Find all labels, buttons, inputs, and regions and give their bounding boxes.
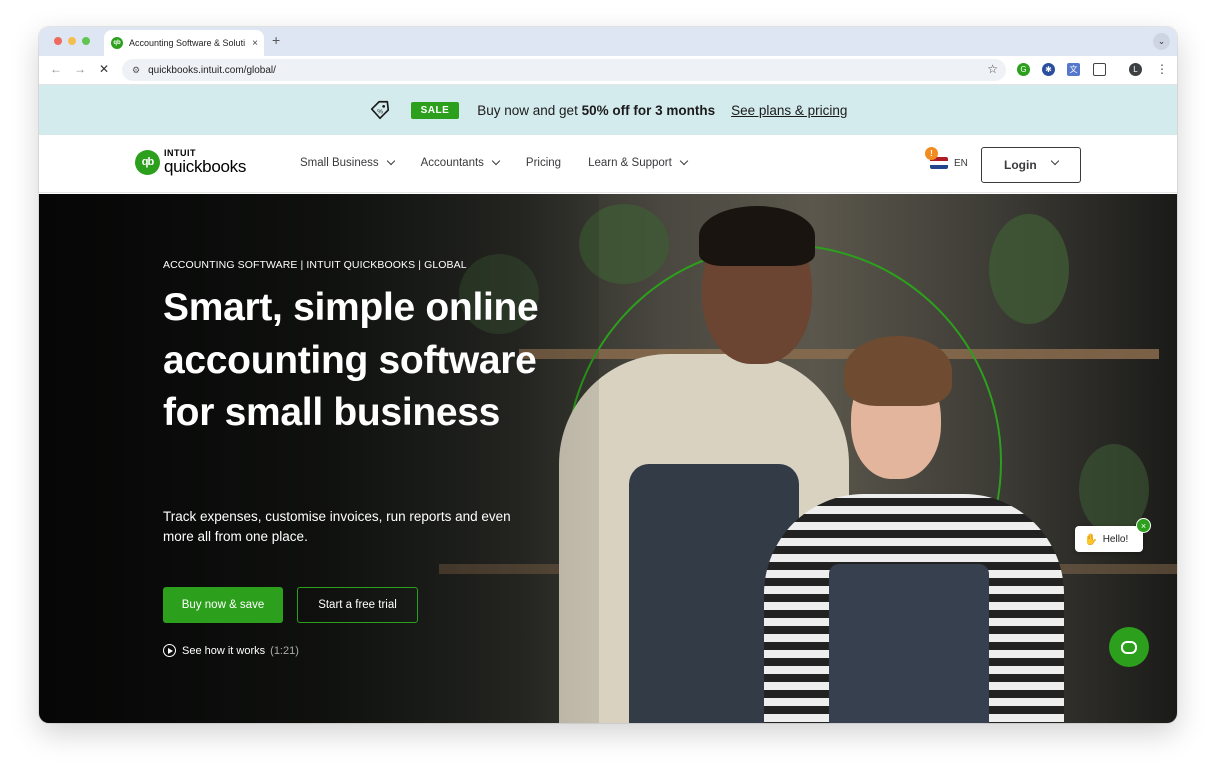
main-nav: Small Business Accountants Pricing Learn…	[300, 156, 689, 169]
tab-title: Accounting Software & Soluti	[129, 38, 246, 48]
tab-strip: qb Accounting Software & Soluti × + ⌄	[39, 27, 1177, 56]
quickbooks-logo[interactable]: qb INTUIT quickbooks	[135, 149, 246, 175]
free-trial-button[interactable]: Start a free trial	[297, 587, 418, 623]
plans-pricing-link[interactable]: See plans & pricing	[731, 103, 847, 118]
language-code: EN	[954, 157, 968, 169]
chat-button[interactable]	[1109, 627, 1149, 667]
address-bar[interactable]: ⚙ quickbooks.intuit.com/global/ ☆	[122, 59, 1006, 81]
logo-wordmark: INTUIT quickbooks	[164, 149, 247, 176]
login-button[interactable]: Login	[981, 147, 1081, 183]
tab-close-icon[interactable]: ×	[252, 38, 258, 49]
nav-pricing[interactable]: Pricing	[526, 157, 561, 169]
stop-icon[interactable]: ✕	[99, 62, 109, 76]
back-icon[interactable]: ←	[50, 62, 62, 76]
chevron-down-icon	[386, 156, 395, 166]
see-how-it-works-link[interactable]: See how it works (1:21)	[163, 644, 299, 657]
nav-label: Pricing	[525, 157, 562, 169]
logo-product: quickbooks	[164, 157, 247, 176]
person-man-hair	[699, 206, 815, 266]
grammarly-extension-icon[interactable]: G	[1017, 63, 1030, 76]
chat-greeting-text: Hello!	[1102, 533, 1129, 545]
plant	[989, 214, 1069, 324]
translate-extension-icon[interactable]: 文	[1067, 63, 1080, 76]
price-tag-icon: %	[370, 100, 389, 120]
waving-hand-icon: ✋	[1084, 533, 1098, 546]
close-icon[interactable]: ×	[1136, 518, 1151, 533]
browser-tab[interactable]: qb Accounting Software & Soluti ×	[104, 30, 264, 56]
chevron-down-icon	[679, 156, 689, 166]
nav-label: Small Business	[300, 157, 379, 169]
site-info-icon[interactable]: ⚙	[132, 65, 140, 76]
maximize-window-button[interactable]	[82, 37, 90, 45]
notification-badge: !	[925, 147, 938, 160]
tab-search-button[interactable]: ⌄	[1153, 33, 1170, 50]
hero-overlay	[39, 194, 599, 723]
hero-eyebrow: ACCOUNTING SOFTWARE | INTUIT QUICKBOOKS …	[163, 259, 467, 271]
url-text: quickbooks.intuit.com/global/	[148, 64, 276, 76]
quickbooks-logo-mark: qb	[135, 149, 160, 175]
forward-icon[interactable]: →	[74, 62, 86, 76]
chat-greeting-bubble[interactable]: ✋ Hello! ×	[1075, 518, 1151, 552]
promo-banner: % SALE Buy now and get 50% off for 3 mon…	[39, 85, 1177, 135]
minimize-window-button[interactable]	[68, 37, 76, 45]
svg-text:%: %	[377, 109, 383, 116]
buy-now-button[interactable]: Buy now & save	[163, 587, 283, 623]
nav-small-business[interactable]: Small Business	[300, 156, 395, 169]
quickbooks-favicon-icon: qb	[111, 37, 123, 49]
chevron-down-icon	[1050, 156, 1060, 166]
close-window-button[interactable]	[54, 37, 62, 45]
apron	[829, 564, 989, 723]
play-icon	[163, 644, 176, 657]
login-label: Login	[1004, 158, 1037, 172]
promo-text: Buy now and get 50% off for 3 months	[477, 103, 715, 118]
video-link-label: See how it works	[182, 644, 266, 657]
extensions-puzzle-icon[interactable]	[1093, 63, 1106, 76]
video-duration: (1:21)	[270, 644, 299, 657]
hero-section: ACCOUNTING SOFTWARE | INTUIT QUICKBOOKS …	[39, 194, 1177, 723]
browser-menu-icon[interactable]: ⋮	[1156, 62, 1168, 76]
hero-subtext: Track expenses, customise invoices, run …	[163, 509, 511, 544]
nav-learn-support[interactable]: Learn & Support	[588, 156, 689, 169]
profile-avatar[interactable]: L	[1129, 63, 1142, 76]
promo-text-prefix: Buy now and get	[477, 102, 582, 118]
nav-label: Accountants	[420, 157, 484, 169]
settings-extension-icon[interactable]: ✱	[1042, 63, 1055, 76]
browser-toolbar: ← → ✕ ⚙ quickbooks.intuit.com/global/ ☆ …	[39, 56, 1177, 85]
promo-text-bold: 50% off for 3 months	[581, 102, 716, 118]
netherlands-flag-icon: !	[925, 147, 948, 169]
nav-label: Learn & Support	[588, 157, 672, 169]
language-selector[interactable]: ! EN	[925, 147, 968, 169]
bookmark-star-icon[interactable]: ☆	[987, 62, 998, 76]
sale-badge: SALE	[410, 101, 460, 119]
chevron-down-icon	[491, 156, 501, 166]
browser-window: qb Accounting Software & Soluti × + ⌄ ← …	[39, 27, 1177, 723]
hero-headline: Smart, simple online accounting software…	[163, 286, 539, 434]
new-tab-button[interactable]: +	[272, 32, 280, 48]
chat-bubble-icon	[1121, 640, 1137, 654]
nav-accountants[interactable]: Accountants	[420, 156, 501, 169]
person-woman-hair	[844, 336, 952, 406]
site-header: qb INTUIT quickbooks Small Business Acco…	[39, 135, 1177, 193]
